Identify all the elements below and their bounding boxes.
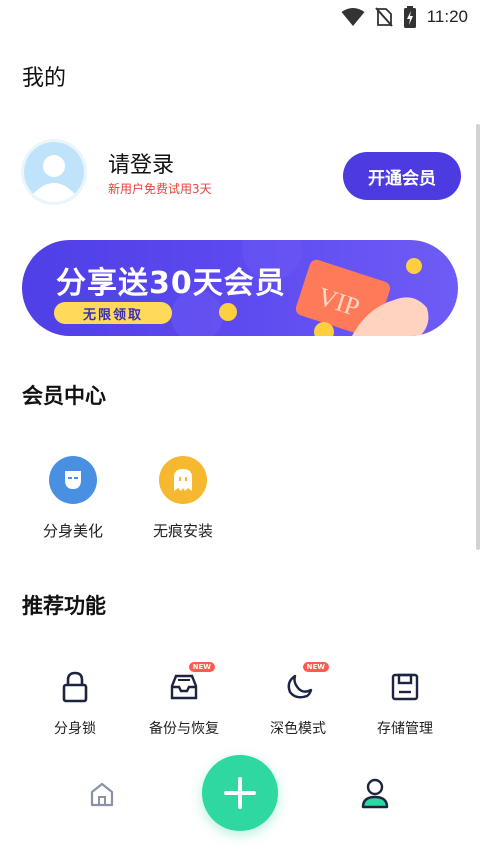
no-sim-icon — [374, 7, 393, 27]
rec-label: 深色模式 — [270, 721, 326, 737]
feature-label: 无痕安装 — [152, 522, 213, 540]
banner-title: 分享送30天会员 — [56, 266, 286, 301]
status-bar: 11:20 — [0, 0, 480, 34]
scrollbar[interactable] — [476, 124, 480, 550]
rec-clone-lock[interactable]: 分身锁 — [27, 670, 123, 738]
feature-clone-beautify[interactable]: 分身美化 — [28, 456, 118, 541]
moon-icon: NEW — [281, 662, 329, 704]
recommended-title: 推荐功能 — [22, 594, 106, 618]
nav-home[interactable] — [88, 780, 116, 812]
rec-label: 分身锁 — [54, 721, 96, 737]
rec-dark-mode[interactable]: NEW 深色模式 — [250, 662, 346, 738]
feature-traceless-install[interactable]: 无痕安装 — [138, 456, 228, 541]
user-icon — [361, 778, 389, 809]
avatar[interactable] — [24, 142, 84, 202]
rec-backup-restore[interactable]: NEW 备份与恢复 — [136, 662, 232, 738]
home-icon — [90, 782, 114, 807]
save-icon — [388, 670, 422, 704]
login-title[interactable]: 请登录 — [108, 147, 174, 179]
mask-icon — [49, 456, 97, 504]
default-avatar-icon — [24, 142, 84, 202]
member-center-title: 会员中心 — [22, 384, 106, 408]
add-button[interactable] — [202, 755, 278, 831]
trial-text: 新用户免费试用3天 — [108, 182, 212, 196]
rec-storage-manage[interactable]: 存储管理 — [357, 670, 453, 738]
share-vip-banner[interactable]: VIP 分享送30天会员 无限领取 — [22, 240, 458, 336]
wifi-icon — [341, 8, 365, 26]
ghost-icon — [159, 456, 207, 504]
plus-icon — [224, 777, 256, 809]
feature-label: 分身美化 — [42, 522, 103, 540]
inbox-icon: NEW — [167, 662, 215, 704]
banner-tag: 无限领取 — [54, 302, 172, 324]
open-vip-button[interactable]: 开通会员 — [343, 152, 461, 200]
rec-label: 存储管理 — [377, 721, 433, 737]
lock-icon — [58, 670, 92, 704]
new-badge: NEW — [188, 662, 215, 672]
nav-profile[interactable] — [360, 777, 390, 813]
battery-charging-icon — [403, 6, 416, 28]
rec-label: 备份与恢复 — [149, 721, 219, 737]
page-title: 我的 — [22, 66, 67, 91]
status-time: 11:20 — [426, 7, 468, 26]
new-badge: NEW — [302, 662, 329, 672]
